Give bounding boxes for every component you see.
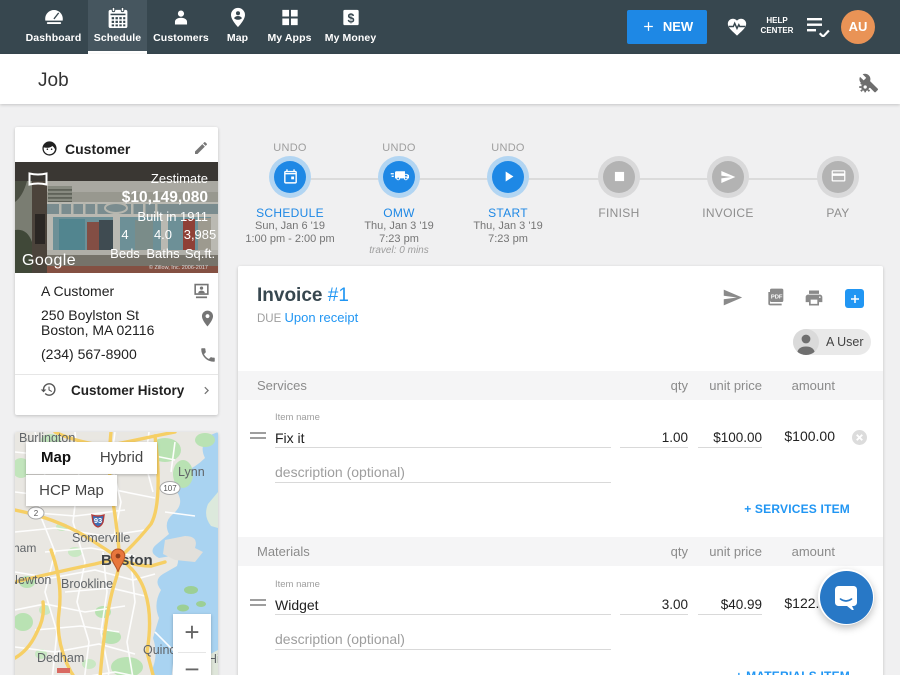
svg-text:Lynn: Lynn — [178, 465, 205, 479]
svg-text:Brookline: Brookline — [61, 577, 113, 591]
svg-text:Boston: Boston — [101, 552, 153, 569]
svg-text:107: 107 — [163, 484, 177, 493]
svg-text:$: $ — [347, 11, 354, 25]
svg-text:Somerville: Somerville — [72, 531, 130, 545]
svg-text:93: 93 — [94, 516, 102, 525]
svg-text:PDF: PDF — [771, 294, 783, 300]
svg-text:2: 2 — [34, 509, 39, 518]
svg-text:Dedham: Dedham — [37, 651, 84, 665]
svg-text:Newton: Newton — [15, 573, 51, 587]
svg-text:ham: ham — [15, 541, 36, 555]
